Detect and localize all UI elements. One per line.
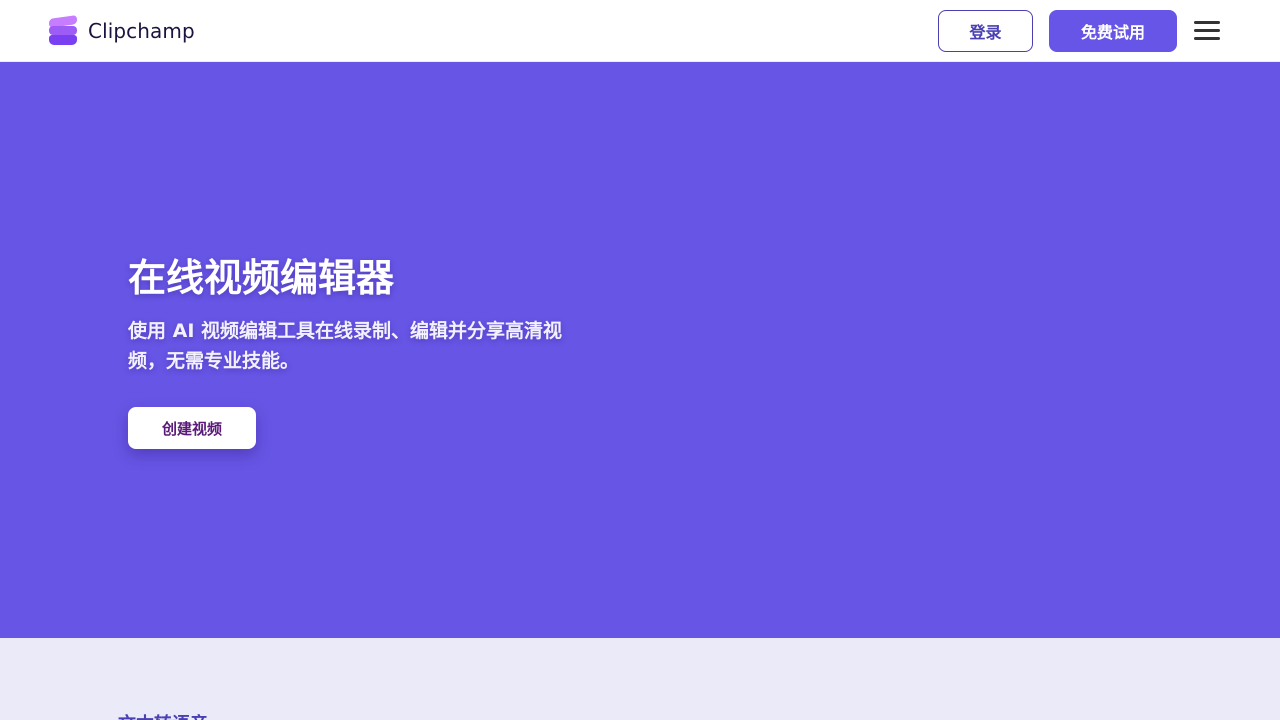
hero-section: 在线视频编辑器 使用 AI 视频编辑工具在线录制、编辑并分享高清视频，无需专业技… (0, 62, 1280, 638)
text-to-speech-section: 文本转语音 (0, 638, 1280, 720)
top-navigation-bar: Clipchamp 登录 免费试用 (0, 0, 1280, 62)
free-trial-button[interactable]: 免费试用 (1049, 10, 1177, 52)
login-button[interactable]: 登录 (938, 10, 1033, 52)
section-heading: 文本转语音 (118, 710, 208, 720)
hero-title: 在线视频编辑器 (128, 256, 395, 300)
brand-home-link[interactable]: Clipchamp (48, 15, 195, 47)
hero-subtitle: 使用 AI 视频编辑工具在线录制、编辑并分享高清视频，无需专业技能。 (128, 320, 563, 372)
brand-name: Clipchamp (88, 19, 195, 43)
hamburger-menu-icon[interactable] (1192, 19, 1222, 43)
clipchamp-logo-icon (48, 15, 78, 46)
create-video-button[interactable]: 创建视频 (128, 407, 256, 449)
